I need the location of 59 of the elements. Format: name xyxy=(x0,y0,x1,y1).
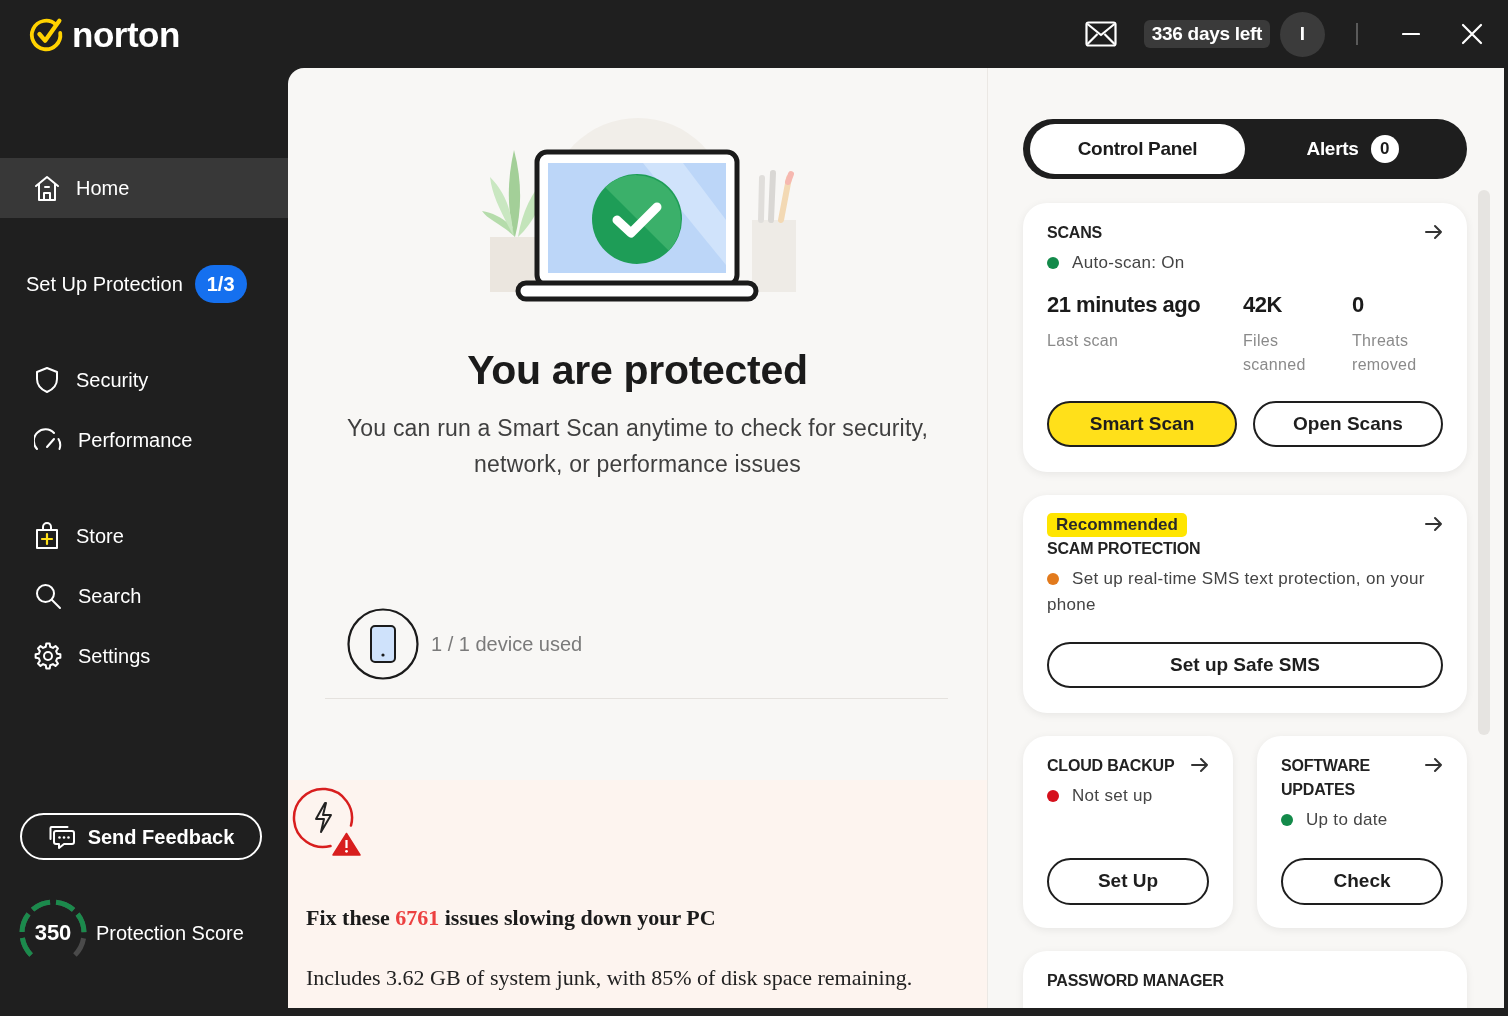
bag-plus-icon xyxy=(34,521,60,551)
card-title: SCANS xyxy=(1047,223,1102,243)
stat-label: Threats removed xyxy=(1352,331,1418,375)
stat-value: 42K xyxy=(1243,291,1283,319)
action-button[interactable]: Smart Scan xyxy=(1047,401,1237,447)
home-icon xyxy=(34,174,60,202)
lightning-warning-icon xyxy=(292,786,362,856)
stat-value: 21 minutes ago xyxy=(1047,291,1202,319)
settings-icon xyxy=(34,642,62,670)
account-avatar[interactable]: I xyxy=(1280,11,1325,57)
issues-heading: Fix these 6761 issues slowing down your PC xyxy=(306,904,717,932)
arrow-right-icon[interactable] xyxy=(1191,757,1209,773)
status-description: You can run a Smart Scan anytime to check for security, network, or performance issues xyxy=(345,414,930,479)
sidebar-item[interactable]: Home xyxy=(0,158,288,218)
count-badge: 0 xyxy=(1370,135,1399,163)
gauge-icon xyxy=(34,428,62,452)
arrow-right-icon[interactable] xyxy=(1425,224,1443,240)
sidebar-item[interactable]: Settings xyxy=(0,626,288,686)
action-button[interactable]: Open Scans xyxy=(1253,401,1443,447)
sidebar-item[interactable]: Search xyxy=(0,566,288,626)
card-title: CLOUD BACKUP xyxy=(1047,756,1175,776)
mail-icon[interactable] xyxy=(1084,21,1117,47)
score-value: 350 xyxy=(33,920,73,946)
card-title: PASSWORD MANAGER xyxy=(1047,971,1224,991)
card-title: SOFTWARE UPDATES xyxy=(1281,756,1372,800)
tab[interactable]: Control Panel xyxy=(1030,124,1245,174)
arrow-right-icon[interactable] xyxy=(1425,757,1443,773)
status-text: Up to date xyxy=(1306,810,1388,829)
brand-wordmark: norton xyxy=(72,16,180,52)
stat-label: Files scanned xyxy=(1243,331,1307,375)
status-text: Auto-scan: On xyxy=(1072,253,1185,272)
status-text: Not set up xyxy=(1072,786,1153,805)
status-heading: You are protected xyxy=(466,346,809,394)
device-count-text: 1 / 1 device used xyxy=(431,632,583,657)
shield-icon xyxy=(34,366,60,394)
chat-bubbles-icon xyxy=(47,824,76,849)
send-feedback-button[interactable]: Send Feedback xyxy=(20,813,262,860)
action-button[interactable]: Set Up xyxy=(1047,858,1209,905)
sidebar-item[interactable]: Store xyxy=(0,506,288,566)
issues-description: Includes 3.62 GB of system junk, with 85% of disk space remaining. xyxy=(306,964,914,992)
stat-label: Last scan xyxy=(1047,331,1120,351)
score-label: Protection Score xyxy=(96,921,244,946)
action-button[interactable]: Check xyxy=(1281,858,1443,905)
status-text: Set up real-time SMS text protection, on your phone xyxy=(1047,569,1425,614)
card-title: SCAM PROTECTION xyxy=(1047,539,1202,559)
sidebar-item[interactable]: Set Up Protection 1/3 xyxy=(0,254,288,314)
stat-value: 0 xyxy=(1352,291,1365,319)
tab[interactable]: Alerts 0 xyxy=(1245,124,1460,174)
recommended-tag: Recommended xyxy=(1047,513,1187,537)
sidebar-item[interactable]: Security xyxy=(0,350,288,410)
trial-days-badge: 336 days left xyxy=(1143,20,1270,48)
progress-badge: 1/3 xyxy=(194,265,247,303)
phone-icon xyxy=(347,608,419,680)
sidebar-item[interactable]: Performance xyxy=(0,410,288,470)
arrow-right-icon[interactable] xyxy=(1425,516,1443,532)
close-icon[interactable] xyxy=(1461,23,1483,45)
action-button[interactable]: Set up Safe SMS xyxy=(1047,642,1443,688)
minimize-icon[interactable] xyxy=(1402,32,1420,36)
search-icon xyxy=(34,582,62,610)
